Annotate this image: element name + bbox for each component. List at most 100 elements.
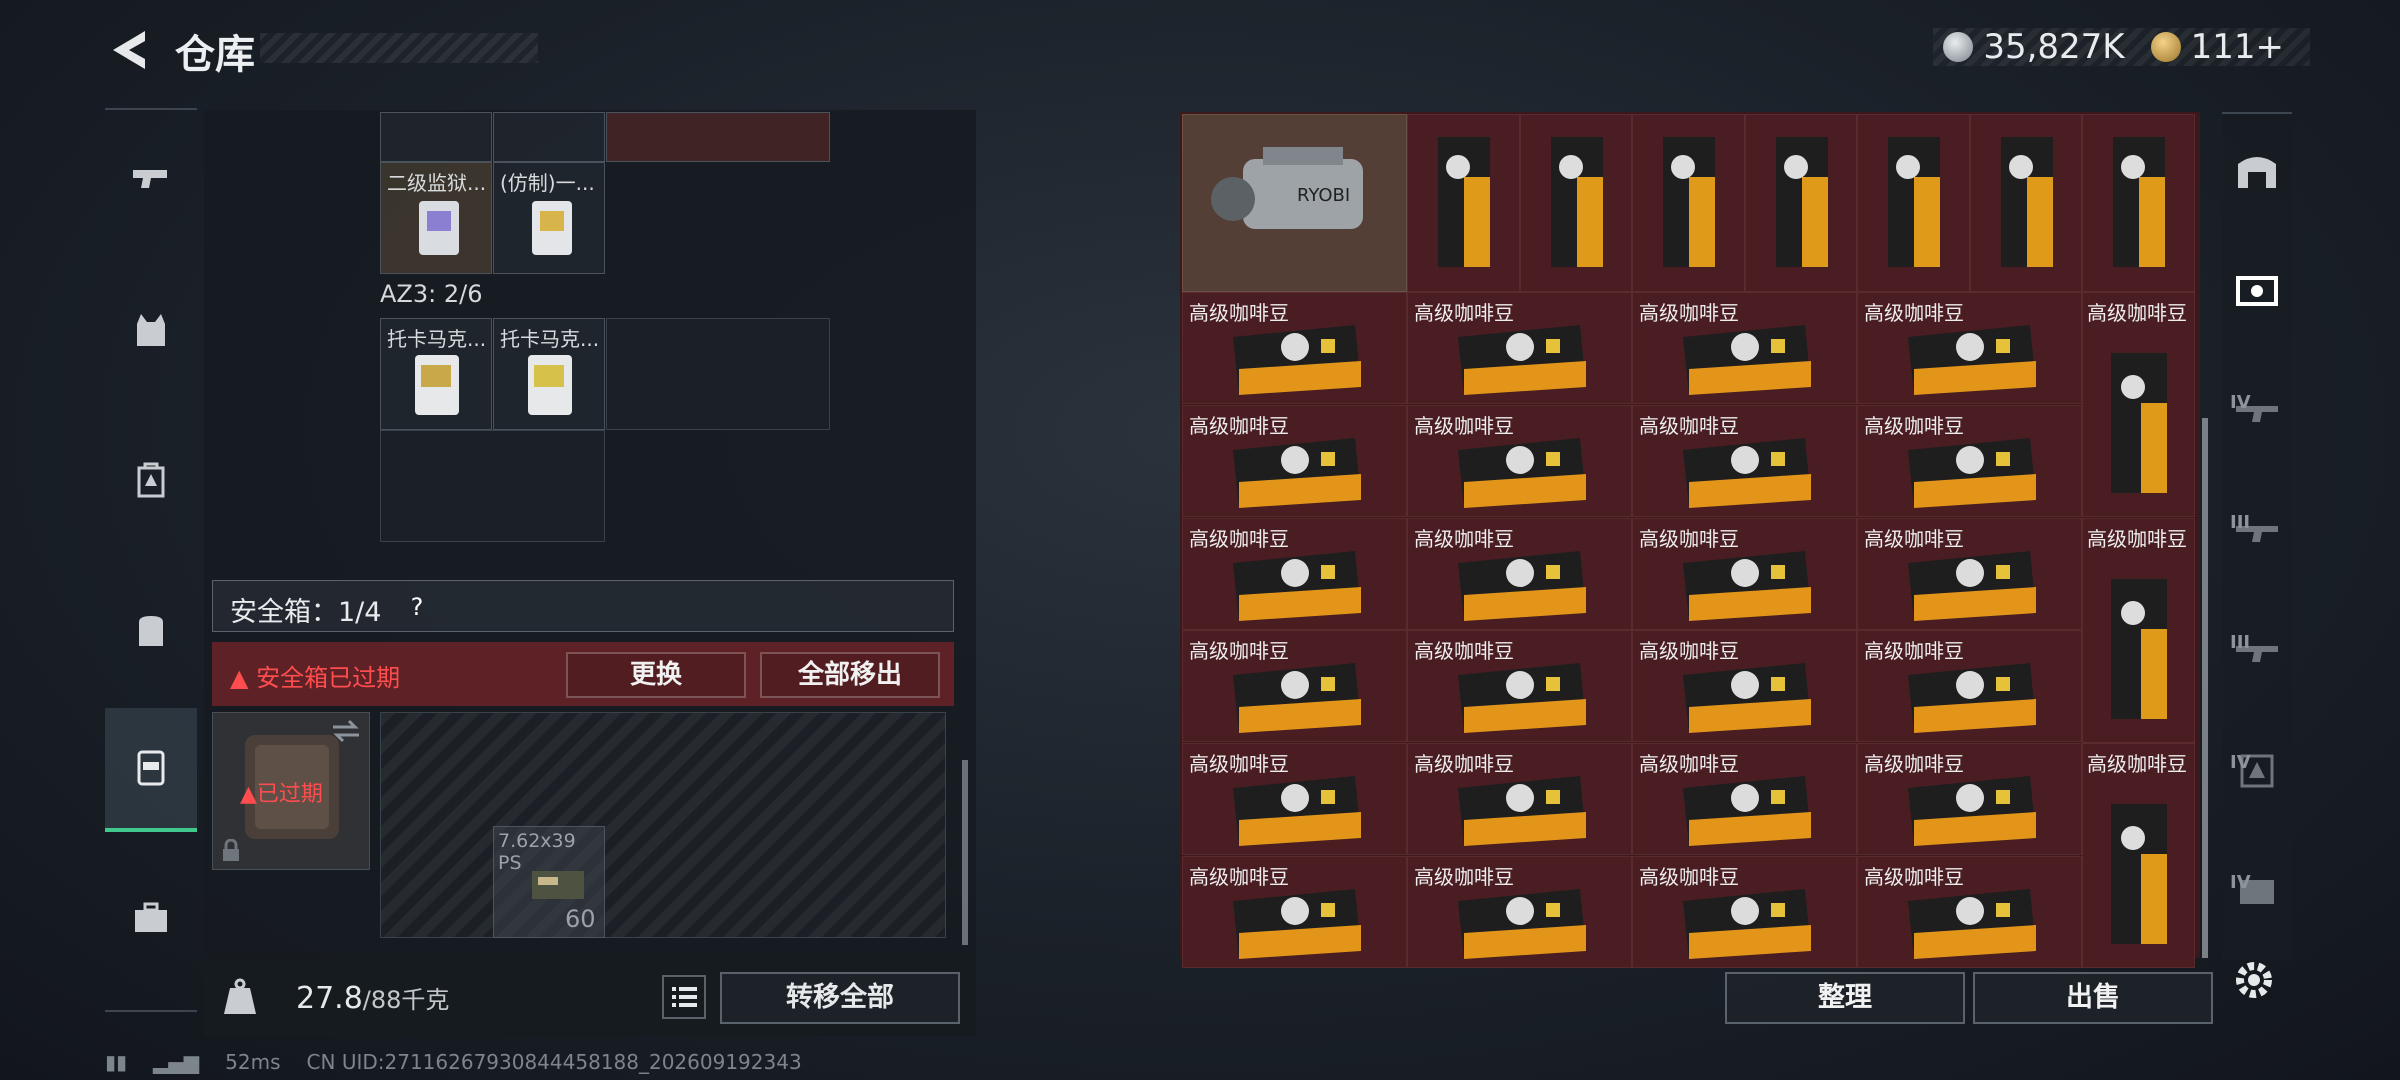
ammo-label: 7.62x39 PS <box>498 830 576 874</box>
item-label: (仿制)一... <box>500 171 595 195</box>
silver-amount: 35,827K <box>1983 27 2125 67</box>
coffee-bag-item[interactable]: 高级咖啡豆 <box>1632 630 1857 742</box>
settings-button[interactable] <box>2226 952 2282 1008</box>
weight-icon <box>224 978 256 1014</box>
rail-safe-box[interactable] <box>105 708 197 832</box>
coffee-bag-small[interactable] <box>1519 114 1632 292</box>
coffee-bag-icon <box>1438 137 1490 267</box>
coffee-bag-item[interactable]: 高级咖啡豆 <box>1182 405 1407 517</box>
coffee-bag-icon <box>1458 889 1586 959</box>
coffee-bag-icon <box>1663 137 1715 267</box>
coffee-bag-item[interactable]: 高级咖啡豆 <box>1632 292 1857 404</box>
inventory-item[interactable]: 托卡马克... <box>493 318 605 430</box>
inventory-item[interactable]: 托卡马克... <box>380 318 492 430</box>
coffee-bag-small[interactable] <box>1744 114 1857 292</box>
coffee-bag-item[interactable]: 高级咖啡豆 <box>1182 630 1407 742</box>
coffee-bag-item[interactable]: 高级咖啡豆 <box>1857 292 2082 404</box>
coffee-bag-item[interactable]: 高级咖啡豆 <box>1407 743 1632 855</box>
move-all-out-button[interactable]: 全部移出 <box>760 652 940 698</box>
coffee-bag-item[interactable]: 高级咖啡豆 <box>1407 292 1632 404</box>
coffee-bag-icon <box>1458 551 1586 621</box>
coffee-bag-item[interactable]: 高级咖啡豆 <box>1407 630 1632 742</box>
coffee-bag-icon <box>1550 137 1603 267</box>
list-icon <box>672 987 697 1007</box>
coffee-bag-small[interactable] <box>1857 114 1970 292</box>
backpack-icon <box>139 616 163 646</box>
tier-label: IV <box>2230 872 2251 893</box>
help-icon[interactable]: ? <box>400 590 434 624</box>
coffee-bag-small[interactable] <box>2082 114 2195 292</box>
gold-coin-icon <box>2150 32 2181 62</box>
inventory-item[interactable]: (仿制)一... <box>493 162 605 274</box>
drill-item[interactable]: RYOBI <box>1182 114 1407 292</box>
empty-slot[interactable] <box>606 318 830 430</box>
coffee-bag-item[interactable]: 高级咖啡豆 <box>1857 518 2082 630</box>
rail-toolbox[interactable] <box>105 858 197 978</box>
coffee-bag-small[interactable] <box>1969 114 2082 292</box>
coffee-bag-icon <box>1233 551 1361 621</box>
keycard-icon <box>415 355 459 415</box>
coffee-bag-item[interactable]: 高级咖啡豆 <box>1632 405 1857 517</box>
warning-icon: ▲ <box>230 664 257 692</box>
coffee-bag-item[interactable]: 高级咖啡豆 <box>1182 856 1407 968</box>
rail-weapons[interactable] <box>105 120 197 240</box>
back-button[interactable] <box>105 25 155 75</box>
coffee-bag-icon <box>2111 353 2167 493</box>
uid-text: CN UID:27116267930844458188_202609192343 <box>306 1050 802 1074</box>
toolbox-icon <box>135 902 167 932</box>
coffee-bag-icon <box>1458 438 1586 508</box>
replace-button[interactable]: 更换 <box>566 652 746 698</box>
coffee-bag-item[interactable]: 高级咖啡豆 <box>1857 856 2082 968</box>
coffee-bag-icon <box>1233 663 1361 733</box>
coffee-bag-item[interactable]: 高级咖啡豆 <box>1857 630 2082 742</box>
expired-warning-text: 安全箱已过期 <box>256 664 401 692</box>
backpack-tier-icon <box>137 462 165 498</box>
transfer-all-button[interactable]: 转移全部 <box>720 972 960 1024</box>
inventory-item[interactable]: 二级监狱... <box>380 162 492 274</box>
coffee-bag-icon <box>1908 776 2036 846</box>
coffee-bag-tall[interactable]: 高级咖啡豆 <box>2082 518 2195 743</box>
case-expired-text: 已过期 <box>256 782 323 807</box>
coffee-bag-item[interactable]: 高级咖啡豆 <box>1632 856 1857 968</box>
stash-scrollbar[interactable] <box>2202 418 2208 958</box>
filter-all[interactable] <box>2222 120 2292 220</box>
coffee-bag-icon <box>2113 137 2165 267</box>
inventory-scrollbar[interactable] <box>962 760 968 945</box>
stash-selected-icon <box>2236 276 2278 306</box>
coffee-bag-small[interactable] <box>1632 114 1745 292</box>
list-view-button[interactable] <box>662 975 706 1019</box>
coffee-bag-item[interactable]: 高级咖啡豆 <box>1857 405 2082 517</box>
partial-item[interactable] <box>380 112 492 162</box>
rail-rig[interactable] <box>105 420 197 540</box>
weight-current: 27.8 <box>296 981 363 1016</box>
coffee-bag-item[interactable]: 高级咖啡豆 <box>1182 292 1407 404</box>
coffee-bag-item[interactable]: 高级咖啡豆 <box>1857 743 2082 855</box>
coffee-bag-item[interactable]: 高级咖啡豆 <box>1182 743 1407 855</box>
coffee-bag-icon <box>2111 804 2167 944</box>
filter-stash-active[interactable] <box>2222 240 2292 340</box>
coffee-bag-icon <box>1683 438 1811 508</box>
coffee-bag-icon <box>1683 889 1811 959</box>
coffee-bag-item[interactable]: 高级咖啡豆 <box>1632 743 1857 855</box>
partial-item[interactable] <box>606 112 830 162</box>
sell-button[interactable]: 出售 <box>1973 972 2213 1024</box>
coffee-bag-tall[interactable]: 高级咖啡豆 <box>2082 292 2195 517</box>
coffee-bag-item[interactable]: 高级咖啡豆 <box>1632 518 1857 630</box>
sort-button[interactable]: 整理 <box>1725 972 1965 1024</box>
rail-armor[interactable] <box>105 270 197 390</box>
coffee-bag-small[interactable] <box>1407 114 1520 292</box>
coffee-bag-icon <box>2111 579 2167 719</box>
page-title: 仓库 <box>175 32 255 78</box>
partial-item[interactable] <box>493 112 605 162</box>
coffee-bag-icon <box>1233 438 1361 508</box>
coffee-bag-item[interactable]: 高级咖啡豆 <box>1407 856 1632 968</box>
rail-backpack[interactable] <box>105 570 197 690</box>
expired-warning: ▲ 安全箱已过期 <box>230 658 400 693</box>
empty-slot[interactable] <box>380 430 605 542</box>
safe-box-grid <box>380 712 946 938</box>
coffee-bag-tall[interactable]: 高级咖啡豆 <box>2082 743 2195 968</box>
coffee-bag-item[interactable]: 高级咖啡豆 <box>1407 405 1632 517</box>
coffee-bag-item[interactable]: 高级咖啡豆 <box>1407 518 1632 630</box>
coffee-bag-item[interactable]: 高级咖啡豆 <box>1182 518 1407 630</box>
ammo-count: 60 <box>565 905 596 933</box>
